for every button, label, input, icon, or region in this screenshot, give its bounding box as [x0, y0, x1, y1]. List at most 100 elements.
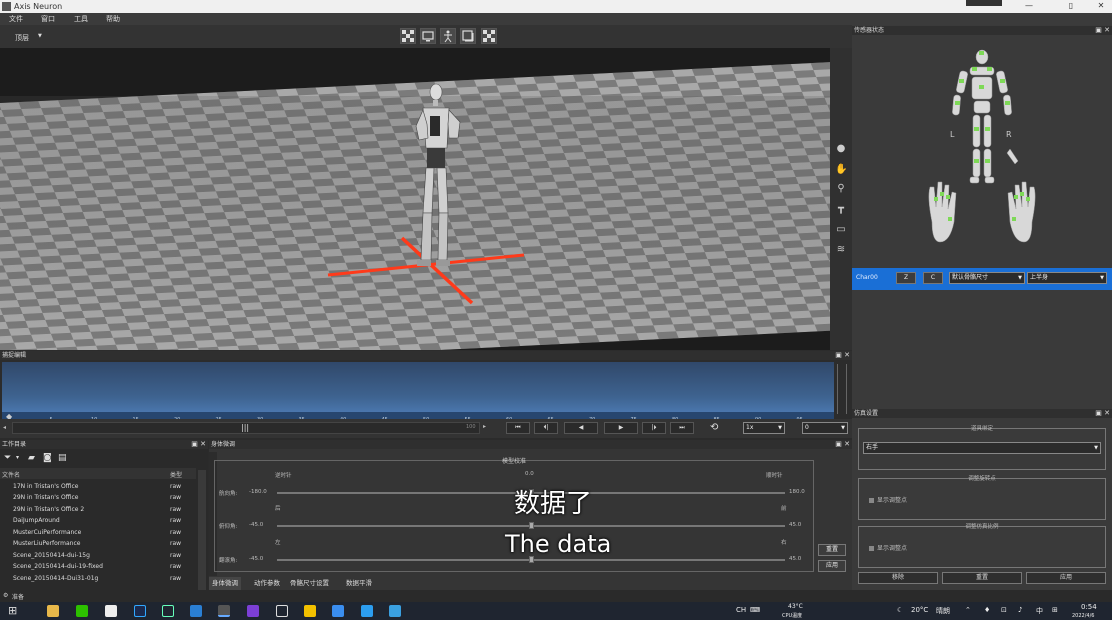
- app-icon-3[interactable]: [389, 605, 401, 617]
- reset-button[interactable]: 重置: [818, 544, 846, 556]
- pin-icon[interactable]: ┳: [835, 203, 847, 215]
- wechat-icon[interactable]: [76, 605, 88, 617]
- maximize-button[interactable]: ▯: [1064, 1, 1078, 12]
- list-item[interactable]: 29N in Tristan's Office raw: [0, 492, 196, 503]
- edge-dev-icon[interactable]: [162, 605, 174, 617]
- 3d-viewport[interactable]: [0, 48, 830, 350]
- col-type[interactable]: 类型: [170, 470, 182, 479]
- document-icon[interactable]: [105, 605, 117, 617]
- frame-input[interactable]: 0: [802, 422, 848, 434]
- show-pivot-checkbox[interactable]: 显示调整点: [869, 495, 907, 504]
- files-scrollbar[interactable]: [198, 470, 206, 590]
- actor-row[interactable]: Char00 Z C 默认骨骼尺寸 上半身: [852, 268, 1112, 290]
- list-item[interactable]: 17N in Tristan's Office raw: [0, 481, 196, 492]
- list-item[interactable]: Scene_20150414-dui-19-fixed raw: [0, 561, 196, 572]
- zero-button[interactable]: Z: [896, 272, 916, 284]
- panel-controls-icon[interactable]: ▣ ✕: [835, 351, 850, 360]
- list-icon[interactable]: ▤: [58, 453, 67, 463]
- pitch-slider-thumb[interactable]: [529, 522, 534, 529]
- bone-size-dropdown[interactable]: 默认骨骼尺寸: [949, 272, 1025, 284]
- speed-dropdown[interactable]: 1x: [743, 422, 785, 434]
- list-item[interactable]: Scene_20150414-dui-15g raw: [0, 550, 196, 561]
- keyboard-icon[interactable]: ⌨: [750, 606, 760, 614]
- tab-smoothing[interactable]: 数据平滑: [343, 577, 375, 590]
- grid-floor-button[interactable]: [481, 28, 497, 44]
- calibrate-button[interactable]: C: [923, 272, 943, 284]
- step-forward-button[interactable]: |⏵: [642, 422, 666, 434]
- menu-window[interactable]: 窗口: [41, 14, 55, 24]
- step-back-button[interactable]: ⏴|: [534, 422, 558, 434]
- show-scale-checkbox[interactable]: 显示调整点: [869, 543, 907, 552]
- unity-icon[interactable]: [276, 605, 288, 617]
- camera-icon[interactable]: ◙: [43, 453, 52, 463]
- timeline-scrollbar[interactable]: |||: [12, 422, 480, 434]
- menu-file[interactable]: 文件: [9, 14, 23, 24]
- remove-button[interactable]: 移除: [858, 572, 938, 584]
- timeline-left-arrow-icon[interactable]: ◂: [3, 424, 6, 431]
- list-item[interactable]: Scene_20150414-Dui31-01g raw: [0, 573, 196, 584]
- list-item[interactable]: 29N in Tristan's Office 2 raw: [0, 504, 196, 515]
- photoshop-icon[interactable]: [134, 605, 146, 617]
- menu-help[interactable]: 帮助: [106, 14, 120, 24]
- weather-text[interactable]: 晴朗: [936, 606, 950, 616]
- ruler-icon[interactable]: ▭: [835, 224, 847, 236]
- sim-apply-button[interactable]: 应用: [1026, 572, 1106, 584]
- list-item[interactable]: DaiJumpAround raw: [0, 515, 196, 526]
- sim-reset-button[interactable]: 重置: [942, 572, 1022, 584]
- app-icon-1[interactable]: [332, 605, 344, 617]
- view-dropdown[interactable]: 顶层: [15, 33, 29, 43]
- tray-app-icon[interactable]: ♦: [984, 606, 990, 614]
- chevron-up-icon[interactable]: ⌃: [965, 606, 971, 614]
- minimize-button[interactable]: —: [1022, 1, 1036, 12]
- network-icon[interactable]: ⊡: [1001, 606, 1007, 614]
- timeline-right-arrow-icon[interactable]: ▸: [483, 423, 486, 430]
- filter-icon[interactable]: ⏷: [4, 453, 11, 463]
- play-button[interactable]: ▶: [604, 422, 638, 434]
- vscode-icon[interactable]: [190, 605, 202, 617]
- start-icon[interactable]: ⊞: [8, 604, 17, 617]
- weather-temp[interactable]: 20°C: [911, 606, 928, 614]
- target-icon[interactable]: ●: [835, 143, 847, 155]
- ime-indicator[interactable]: CH: [736, 606, 746, 614]
- loop-icon[interactable]: ⟲: [710, 422, 718, 433]
- hand-dropdown[interactable]: 右手: [863, 442, 1101, 454]
- panel-controls-icon[interactable]: ▣ ✕: [1095, 409, 1110, 418]
- sticky-notes-icon[interactable]: [304, 605, 316, 617]
- axis-neuron-icon[interactable]: [218, 605, 230, 617]
- walk-icon[interactable]: ⚲: [835, 183, 847, 195]
- chevron-down-icon[interactable]: ▾: [16, 454, 19, 461]
- clock-time[interactable]: 0:54: [1081, 603, 1097, 611]
- input-mode-icon[interactable]: ⊞: [1052, 606, 1058, 614]
- tab-body-adjust[interactable]: 身体微调: [209, 577, 241, 590]
- list-item[interactable]: MusterCuiPerformance raw: [0, 527, 196, 538]
- col-name[interactable]: 文件名: [2, 470, 20, 479]
- body-mode-dropdown[interactable]: 上半身: [1027, 272, 1107, 284]
- app-icon-2[interactable]: [361, 605, 373, 617]
- frame-view-button[interactable]: [460, 28, 476, 44]
- skeleton-view-button[interactable]: [440, 28, 456, 44]
- volume-icon[interactable]: ♪: [1018, 606, 1022, 614]
- timeline-waveform[interactable]: [2, 362, 834, 412]
- close-button[interactable]: ✕: [1094, 1, 1108, 12]
- menu-tools[interactable]: 工具: [74, 14, 88, 24]
- panel-controls-icon[interactable]: ▣ ✕: [1095, 26, 1110, 35]
- wave-icon[interactable]: ≋: [835, 244, 847, 256]
- folder-icon[interactable]: ▰: [28, 453, 35, 463]
- tab-motion-params[interactable]: 动作参数: [251, 577, 283, 590]
- scroll-grip-icon[interactable]: |||: [241, 423, 249, 432]
- ime-chinese[interactable]: 中: [1036, 606, 1043, 616]
- file-explorer-icon[interactable]: [47, 605, 59, 617]
- tab-bone-size[interactable]: 骨骼尺寸设置: [287, 577, 332, 590]
- panel-controls-icon[interactable]: ▣ ✕: [191, 440, 206, 449]
- visual-studio-icon[interactable]: [247, 605, 259, 617]
- clock-date[interactable]: 2022/4/6: [1072, 613, 1094, 619]
- panel-controls-icon[interactable]: ▣ ✕: [835, 440, 850, 449]
- skip-to-end-button[interactable]: ⏭: [670, 422, 694, 434]
- play-reverse-button[interactable]: ◀: [564, 422, 598, 434]
- hand-icon[interactable]: ✋: [835, 164, 847, 176]
- list-item[interactable]: MusterLiuPerformance raw: [0, 538, 196, 549]
- apply-button[interactable]: 应用: [818, 560, 846, 572]
- skip-to-start-button[interactable]: ⏮: [506, 422, 530, 434]
- camera-view-button[interactable]: [420, 28, 436, 44]
- checker-floor-button[interactable]: [400, 28, 416, 44]
